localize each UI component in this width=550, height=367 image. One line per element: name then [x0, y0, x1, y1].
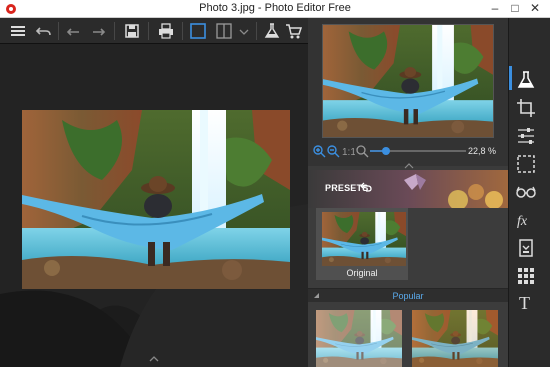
- tool-strip: fx T: [508, 18, 550, 367]
- view-dropdown-icon[interactable]: [234, 21, 254, 41]
- toolbar-separator: [182, 22, 183, 40]
- compare-view-icon[interactable]: [214, 21, 234, 41]
- text-icon[interactable]: T: [514, 290, 538, 314]
- photo-canvas[interactable]: [0, 44, 308, 367]
- cart-icon[interactable]: [284, 21, 304, 41]
- popular-category-label: Popular: [392, 291, 424, 301]
- preset-list: Original Popular: [308, 208, 508, 367]
- svg-text:fx: fx: [517, 214, 528, 229]
- svg-text:1:1: 1:1: [342, 147, 355, 158]
- toolbar-separator: [58, 22, 59, 40]
- zoom-controls: 1:1 22,8 %: [308, 142, 508, 160]
- zoom-percentage: 22,8 %: [468, 146, 497, 156]
- save-icon[interactable]: [122, 21, 142, 41]
- toolbar-separator: [114, 22, 115, 40]
- preset-caption: Original: [346, 268, 378, 278]
- selection-icon[interactable]: [514, 152, 538, 176]
- popular-category-bar[interactable]: Popular: [308, 288, 508, 302]
- navigator: 1:1 22,8 %: [308, 18, 508, 169]
- single-view-icon[interactable]: [188, 21, 208, 41]
- fx-icon[interactable]: fx: [514, 208, 538, 232]
- chevron-up-icon[interactable]: [148, 354, 160, 364]
- chevron-up-icon[interactable]: [404, 160, 414, 169]
- retouch-icon[interactable]: [514, 236, 538, 260]
- actual-size-icon[interactable]: 1:1: [341, 144, 355, 158]
- zoom-slider[interactable]: [370, 144, 466, 158]
- title-bar: Photo 3.jpg - Photo Editor Free – □ ✕: [0, 0, 550, 18]
- fit-icon[interactable]: [355, 144, 369, 158]
- main-toolbar: [0, 18, 308, 44]
- zoom-out-icon[interactable]: [326, 144, 340, 158]
- right-panel: 1:1 22,8 % PRESETS Original Popular: [308, 18, 508, 367]
- preset-original[interactable]: Original: [316, 208, 408, 280]
- navigator-preview[interactable]: [322, 24, 494, 138]
- presets-header: PRESETS: [308, 170, 508, 208]
- active-tool-indicator: [509, 66, 512, 90]
- svg-text:T: T: [519, 293, 530, 313]
- preset-thumbnail[interactable]: [316, 310, 402, 367]
- adjust-sliders-icon[interactable]: [514, 124, 538, 148]
- grid-icon[interactable]: [514, 264, 538, 288]
- preset-thumbnail: [322, 212, 406, 266]
- window-title: Photo 3.jpg - Photo Editor Free: [199, 2, 351, 14]
- flask-icon[interactable]: [514, 68, 538, 92]
- zoom-in-icon[interactable]: [312, 144, 326, 158]
- redo-back-icon[interactable]: [64, 21, 84, 41]
- toolbar-separator: [148, 22, 149, 40]
- menu-icon[interactable]: [8, 21, 28, 41]
- print-icon[interactable]: [156, 21, 176, 41]
- undo-icon[interactable]: [34, 21, 54, 41]
- glasses-icon[interactable]: [514, 180, 538, 204]
- crop-icon[interactable]: [514, 96, 538, 120]
- main-photo[interactable]: [22, 110, 290, 289]
- preset-thumbnail[interactable]: [412, 310, 498, 367]
- back-arrow-icon[interactable]: [360, 182, 372, 192]
- toolbar-separator: [256, 22, 257, 40]
- redo-icon[interactable]: [88, 21, 108, 41]
- close-button[interactable]: ✕: [522, 0, 548, 18]
- effects-flask-icon[interactable]: [262, 21, 282, 41]
